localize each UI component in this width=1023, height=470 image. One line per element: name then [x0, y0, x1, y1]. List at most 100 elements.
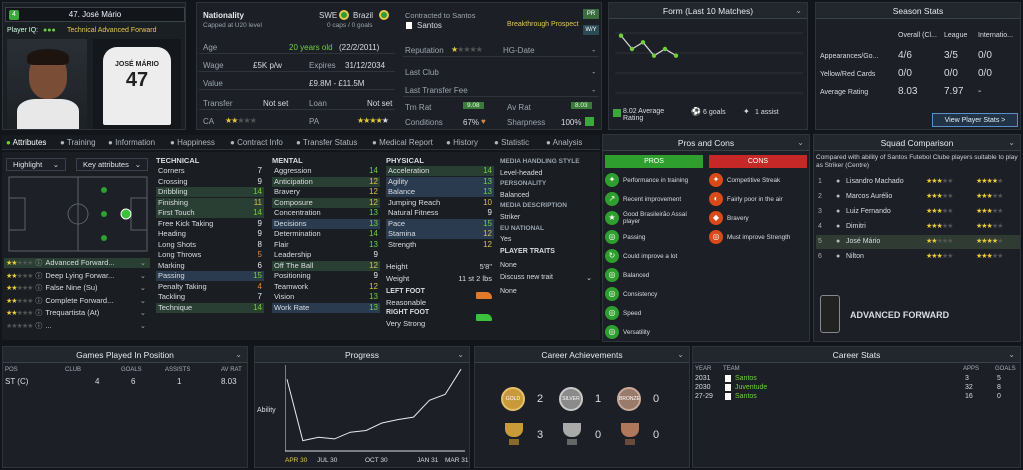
role-row[interactable]: ★★★★★ ⓘ Deep Lying Forwar... ⌄ — [4, 271, 150, 281]
attribute-row[interactable]: Finishing 11 — [156, 197, 264, 208]
attribute-row[interactable]: Positioning 9 — [272, 271, 380, 281]
form-point[interactable] — [651, 53, 657, 58]
attribute-row[interactable]: Strength 12 — [386, 240, 494, 250]
tab-history[interactable]: ● History — [446, 137, 478, 149]
attribute-row[interactable]: Technique 14 — [156, 302, 264, 313]
career-team[interactable]: Santos — [735, 392, 757, 401]
attribute-row[interactable]: Composure 12 — [272, 197, 380, 208]
attribute-row[interactable]: Corners 7 — [156, 166, 264, 176]
form-header[interactable]: Form (Last 10 Matches) ⌄ — [609, 3, 807, 19]
attribute-row[interactable]: Vision 13 — [272, 292, 380, 302]
attribute-row[interactable]: Heading 9 — [156, 229, 264, 239]
attribute-row[interactable]: Flair 13 — [272, 240, 380, 250]
tab-contract-info[interactable]: ● Contract Info — [230, 137, 283, 149]
highlight-dropdown[interactable]: Highlight ⌄ — [6, 158, 66, 171]
career-team[interactable]: Santos — [735, 374, 757, 383]
attribute-row[interactable]: Passing 15 — [156, 271, 264, 282]
tab-transfer-status[interactable]: ● Transfer Status — [296, 137, 357, 149]
attribute-row[interactable]: Off The Ball 12 — [272, 260, 380, 271]
info-icon[interactable]: ⓘ — [35, 273, 42, 280]
form-point[interactable] — [662, 46, 668, 52]
form-point[interactable] — [629, 46, 635, 52]
progress-header[interactable]: Progress ⌄ — [255, 347, 469, 363]
info-icon[interactable]: ⓘ — [35, 298, 42, 305]
view-player-stats-button[interactable]: View Player Stats > — [932, 113, 1018, 127]
attribute-row[interactable]: Jumping Reach 10 — [386, 198, 494, 208]
chevron-down-icon[interactable]: ⌄ — [235, 347, 242, 363]
chevron-down-icon[interactable]: ⌄ — [140, 271, 146, 281]
chevron-down-icon[interactable]: ⌄ — [677, 347, 684, 363]
attribute-row[interactable]: Work Rate 13 — [272, 302, 380, 313]
info-icon[interactable]: ⓘ — [35, 310, 42, 317]
chevron-down-icon[interactable]: ⌄ — [1008, 347, 1015, 363]
chevron-down-icon[interactable]: ⌄ — [795, 3, 802, 19]
info-icon[interactable]: ⓘ — [35, 260, 42, 267]
attribute-row[interactable]: Balance 13 — [386, 187, 494, 198]
form-point[interactable] — [673, 53, 679, 58]
form-point[interactable] — [618, 33, 624, 38]
role-row[interactable]: ★★★★★ ⓘ False Nine (Su) ⌄ — [4, 283, 150, 293]
attribute-row[interactable]: Acceleration 14 — [386, 166, 494, 177]
squad-player-row[interactable]: 1 ● Lisandro Machado ★★★★★ ★★★★★ — [816, 175, 1020, 189]
tab-analysis[interactable]: ● Analysis — [546, 137, 582, 149]
role-row[interactable]: ★★★★★ ⓘ... ⌄ — [4, 321, 150, 331]
attribute-row[interactable]: Tackling 7 — [156, 292, 264, 302]
tab-training[interactable]: ● Training — [60, 137, 96, 149]
attribute-row[interactable]: Concentration 13 — [272, 208, 380, 218]
tab-attributes[interactable]: ● Attributes — [6, 137, 46, 149]
key-attributes-dropdown[interactable]: Key attributes ⌄ — [76, 158, 148, 171]
chevron-down-icon[interactable]: ⌄ — [797, 135, 804, 151]
role-row[interactable]: ★★★★★ ⓘ Trequartista (At) ⌄ — [4, 308, 150, 318]
career-team[interactable]: Juventude — [735, 383, 767, 392]
chevron-down-icon[interactable]: ⌄ — [140, 321, 146, 331]
squad-player-row[interactable]: 2 ● Marcos Aurélio ★★★★★ ★★★★★ — [816, 190, 1020, 204]
chevron-down-icon[interactable]: ⌄ — [140, 283, 146, 293]
squad-player-row[interactable]: 4 ● Dimitri ★★★★★ ★★★★★ — [816, 220, 1020, 234]
attribute-row[interactable]: Bravery 12 — [272, 187, 380, 197]
positions-header[interactable]: Games Played In Position ⌄ — [3, 347, 247, 363]
info-icon[interactable]: ⓘ — [35, 285, 42, 292]
pros-cons-header[interactable]: Pros and Cons ⌄ — [603, 135, 809, 151]
info-icon[interactable]: ⓘ — [35, 323, 42, 330]
attribute-row[interactable]: Natural Fitness 9 — [386, 208, 494, 218]
attribute-row[interactable]: Marking 6 — [156, 261, 264, 271]
attribute-row[interactable]: Crossing 9 — [156, 177, 264, 187]
attribute-row[interactable]: Anticipation 12 — [272, 176, 380, 187]
attribute-row[interactable]: Pace 15 — [386, 218, 494, 229]
squad-player-row[interactable]: 6 ● Nilton ★★★★★ ★★★★★ — [816, 250, 1020, 264]
attribute-row[interactable]: Teamwork 12 — [272, 282, 380, 292]
tab-medical-report[interactable]: ● Medical Report — [372, 137, 433, 149]
role-row[interactable]: ★★★★★ ⓘ Complete Forward... ⌄ — [4, 296, 150, 306]
transfer-value[interactable]: Not set — [263, 99, 288, 108]
chevron-down-icon[interactable]: ⌄ — [457, 347, 464, 363]
attribute-row[interactable]: Long Throws 5 — [156, 250, 264, 260]
attribute-row[interactable]: Aggression 14 — [272, 166, 380, 176]
loan-value[interactable]: Not set — [367, 99, 392, 108]
chevron-down-icon[interactable]: ⌄ — [1008, 135, 1015, 151]
attribute-row[interactable]: Free Kick Taking 9 — [156, 219, 264, 229]
discuss-trait-dropdown[interactable]: Discuss new trait ⌄ — [500, 274, 596, 282]
nation-name[interactable]: Brazil — [353, 11, 373, 20]
role-row[interactable]: ★★★★★ ⓘ Advanced Forward... ⌄ — [4, 258, 150, 269]
chevron-down-icon[interactable]: ⌄ — [140, 296, 146, 306]
attribute-row[interactable]: Agility 13 — [386, 176, 494, 187]
tab-happiness[interactable]: ● Happiness — [170, 137, 215, 149]
attribute-row[interactable]: Long Shots 8 — [156, 240, 264, 250]
attribute-row[interactable]: Decisions 13 — [272, 218, 380, 229]
chevron-down-icon[interactable]: ⌄ — [140, 258, 146, 268]
squad-player-row[interactable]: 3 ● Luiz Fernando ★★★★★ ★★★★★ — [816, 205, 1020, 219]
chevron-down-icon[interactable]: ⌄ — [140, 308, 146, 318]
tab-information[interactable]: ● Information — [108, 137, 155, 149]
career-header[interactable]: Career Stats ⌄ — [693, 347, 1020, 363]
form-point[interactable] — [640, 40, 646, 45]
tab-statistic[interactable]: ● Statistic — [494, 137, 529, 149]
attribute-row[interactable]: Stamina 12 — [386, 229, 494, 240]
attribute-row[interactable]: Penalty Taking 4 — [156, 282, 264, 292]
attribute-row[interactable]: Dribbling 14 — [156, 187, 264, 198]
attribute-row[interactable]: First Touch 14 — [156, 208, 264, 219]
attribute-row[interactable]: Determination 14 — [272, 229, 380, 239]
attribute-row[interactable]: Leadership 9 — [272, 250, 380, 260]
achievements-header[interactable]: Career Achievements ⌄ — [475, 347, 689, 363]
squad-player-row[interactable]: 5 ● José Mário ★★★★★ ★★★★★ — [816, 235, 1020, 249]
squad-header[interactable]: Squad Comparison ⌄ — [814, 135, 1020, 151]
